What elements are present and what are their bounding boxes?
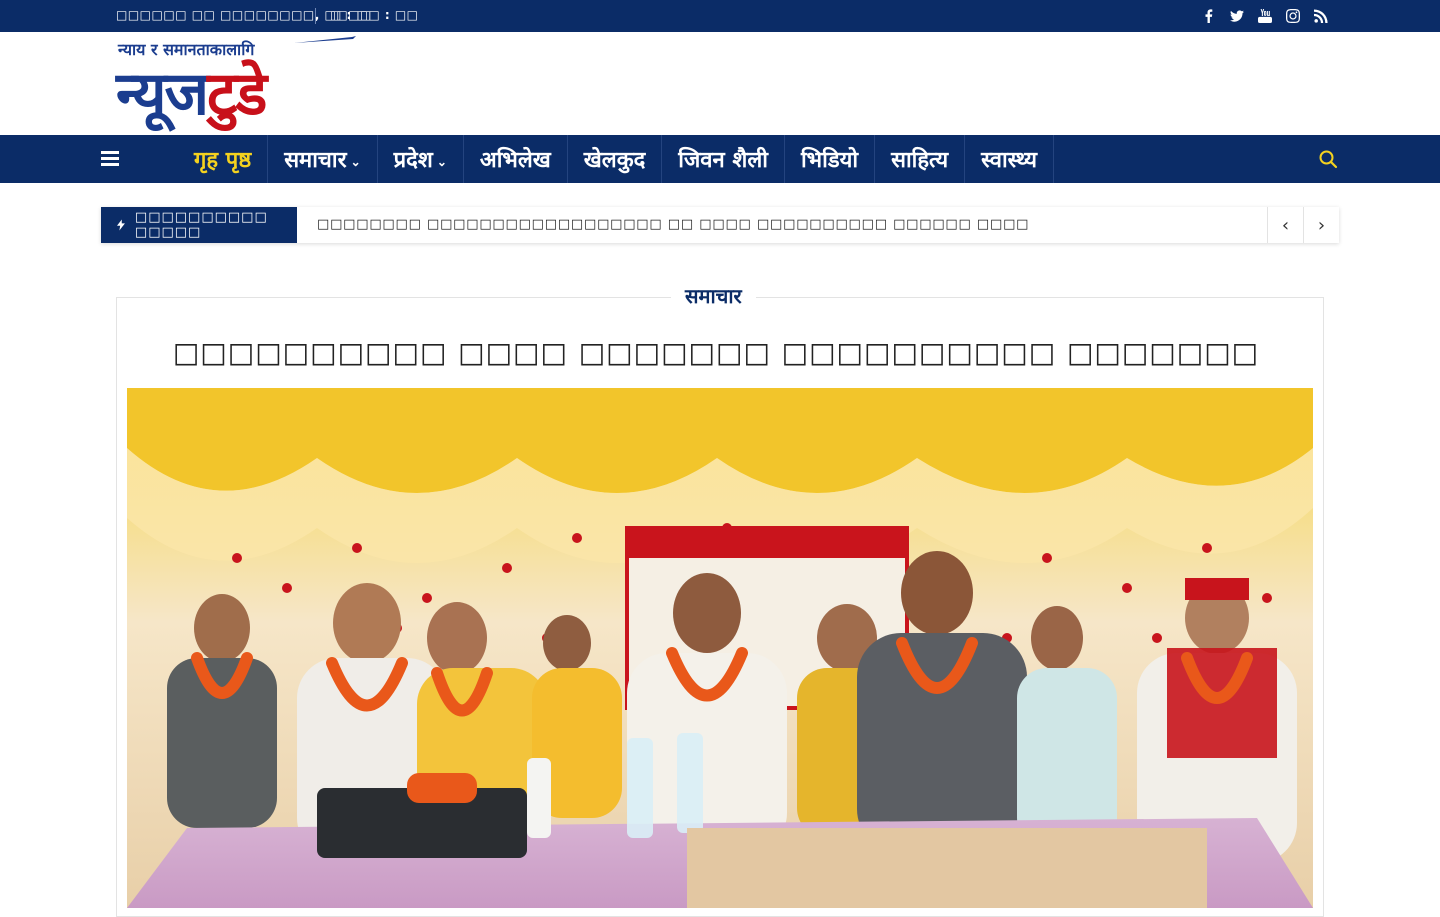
nav-item-label: समाचार (284, 147, 347, 173)
ticker-headline[interactable]: □□□□□□□□ □□□□□□□□□□□□□□□□□□ □□ □□□□ □□□□… (317, 217, 1029, 232)
article-photo-illustration (127, 388, 1313, 908)
nav-item-6[interactable]: भिडियो (785, 135, 876, 183)
chevron-right-icon: › (1317, 214, 1326, 236)
nav-item-label: गृह पृष्ठ (194, 147, 252, 173)
nav-item-4[interactable]: खेलकुद (568, 135, 663, 183)
nav-item-label: अभिलेख (479, 147, 551, 173)
nav-item-0[interactable]: गृह पृष्ठ (178, 135, 269, 183)
instagram-icon[interactable] (1286, 6, 1300, 26)
featured-article: समाचार □□□□□□□□□□ □□□□ □□□□□□□ □□□□□□□□□… (116, 282, 1324, 917)
search-icon[interactable] (1318, 149, 1338, 169)
site-logo[interactable]: न्याय र समानताकालागि न्यूजटुडे (116, 34, 364, 134)
youtube-icon[interactable] (1258, 6, 1272, 26)
article-category[interactable]: समाचार (671, 282, 756, 309)
ticker-next-button[interactable]: › (1303, 207, 1339, 243)
ticker-prev-button[interactable]: ‹ (1267, 207, 1303, 243)
logo-name-part2: टुडे (207, 59, 267, 129)
article-photo[interactable] (127, 388, 1313, 908)
twitter-icon[interactable] (1230, 6, 1244, 26)
nav-item-label: साहित्य (891, 147, 949, 173)
nav-item-5[interactable]: जिवन शैली (662, 135, 785, 183)
main-navigation: गृह पृष्ठ समाचार ⌄ प्रदेश ⌄ अभिलेख खेलकुद जिवन … (0, 135, 1440, 183)
chevron-down-icon: ⌄ (350, 155, 361, 169)
breaking-news-ticker: □□□□□□□□□□ □□□□□ □□□□□□□□ □□□□□□□□□□□□□□… (101, 207, 1339, 243)
logo-name-part1: न्यूज (116, 59, 209, 129)
topbar-divider (315, 8, 316, 24)
logo-tagline: न्याय र समानताकालागि (118, 40, 255, 59)
nav-item-2[interactable]: प्रदेश ⌄ (378, 135, 464, 183)
chevron-left-icon: ‹ (1281, 214, 1290, 236)
rss-icon[interactable] (1314, 6, 1328, 26)
nav-item-7[interactable]: साहित्य (875, 135, 966, 183)
nav-menu: गृह पृष्ठ समाचार ⌄ प्रदेश ⌄ अभिलेख खेलकुद जिवन … (178, 135, 1055, 183)
chevron-down-icon: ⌄ (436, 155, 447, 169)
article-headline[interactable]: □□□□□□□□□□ □□□□ □□□□□□□ □□□□□□□□□□ □□□□□… (117, 336, 1315, 369)
pen-icon (294, 36, 356, 43)
top-bar: □□□□□□ □□ □□□□□□□□, □□□□ □ : □□ : □□ (0, 0, 1440, 32)
social-links (1202, 6, 1328, 26)
nav-item-label: भिडियो (800, 147, 859, 173)
nav-item-label: खेलकुद (583, 147, 646, 173)
nav-item-label: जिवन शैली (678, 147, 768, 173)
lightning-icon (117, 219, 125, 231)
logo-wordmark: न्यूजटुडे (116, 58, 267, 130)
facebook-icon[interactable] (1202, 6, 1216, 26)
nav-item-3[interactable]: अभिलेख (464, 135, 568, 183)
ticker-label-text: □□□□□□□□□□ □□□□□ (134, 210, 268, 240)
nav-item-label: प्रदेश (393, 147, 433, 173)
nav-item-1[interactable]: समाचार ⌄ (268, 135, 378, 183)
ticker-label: □□□□□□□□□□ □□□□□ (101, 207, 297, 243)
nav-item-label: स्वास्थ्य (981, 147, 1038, 173)
hamburger-menu-icon[interactable] (101, 151, 119, 167)
nav-item-8[interactable]: स्वास्थ्य (965, 135, 1055, 183)
current-time: □ : □□ : □□ (330, 8, 419, 22)
